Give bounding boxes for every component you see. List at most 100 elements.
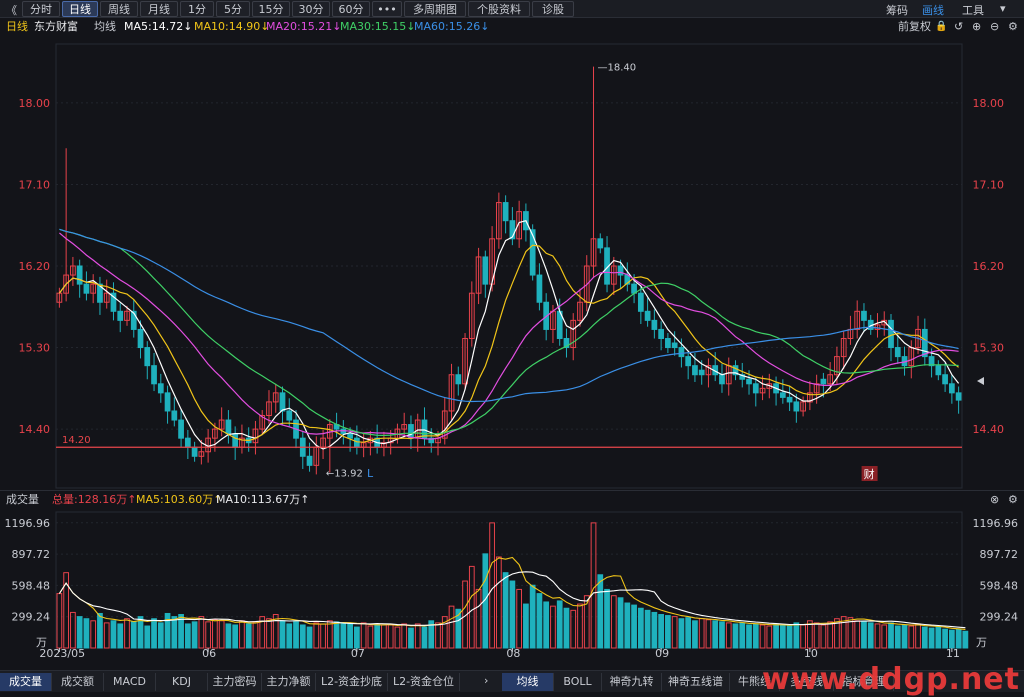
candle-body[interactable] (746, 378, 752, 385)
indicator-tab-4[interactable]: 主力密码 (208, 673, 262, 691)
volume-bar[interactable] (468, 565, 475, 649)
volume-bar[interactable] (651, 611, 658, 649)
overlay-tab-0[interactable]: 均线 (502, 673, 554, 691)
volume-bar[interactable] (130, 621, 137, 649)
volume-bar[interactable] (867, 622, 874, 649)
volume-bar[interactable] (786, 625, 793, 649)
volume-bar[interactable] (509, 580, 516, 649)
candle-body[interactable] (151, 365, 157, 385)
volume-bar[interactable] (435, 622, 441, 649)
marker-l[interactable]: L (367, 467, 374, 480)
candle-body[interactable] (861, 310, 867, 321)
volume-bar[interactable] (705, 619, 712, 649)
volume-bar[interactable] (97, 612, 103, 649)
volume-settings-icon[interactable]: ⚙ (1008, 491, 1018, 509)
volume-bar[interactable] (556, 600, 563, 649)
volume-bar[interactable] (908, 625, 915, 649)
candle-body[interactable] (921, 328, 928, 358)
volume-bar[interactable] (955, 628, 962, 649)
tabs-next-icon[interactable]: › (484, 674, 488, 687)
volume-bar[interactable] (516, 588, 523, 649)
volume-bar[interactable] (299, 624, 306, 649)
volume-bar[interactable] (536, 593, 543, 649)
candle-body[interactable] (76, 265, 83, 285)
candle-body[interactable] (752, 383, 759, 394)
volume-bar[interactable] (313, 622, 320, 649)
volume-bar[interactable] (252, 621, 259, 649)
volume-bar[interactable] (752, 623, 759, 649)
volume-bar[interactable] (320, 623, 326, 649)
volume-bar[interactable] (854, 620, 861, 649)
volume-bar[interactable] (529, 584, 536, 649)
volume-bar[interactable] (367, 625, 374, 649)
volume-bar[interactable] (942, 628, 948, 649)
volume-bar[interactable] (279, 620, 286, 649)
overlay-tab-1[interactable]: BOLL (554, 673, 602, 691)
volume-bar[interactable] (671, 616, 678, 649)
volume-bar[interactable] (813, 622, 820, 649)
volume-bar[interactable] (915, 623, 921, 649)
tab-11[interactable]: 个股资料 (468, 1, 530, 17)
volume-bar[interactable] (191, 621, 198, 649)
candle-body[interactable] (279, 392, 286, 412)
volume-bar[interactable] (773, 623, 779, 649)
volume-bar[interactable] (739, 622, 746, 649)
indicator-tab-7[interactable]: L2-资金仓位 (388, 673, 460, 691)
volume-bar[interactable] (644, 609, 651, 649)
candle-body[interactable] (786, 396, 793, 403)
volume-bar[interactable] (921, 626, 928, 649)
volume-bar[interactable] (570, 609, 577, 649)
candle-body[interactable] (820, 378, 827, 385)
volume-bar[interactable] (232, 624, 239, 649)
candle-body[interactable] (144, 347, 151, 367)
volume-bar[interactable] (414, 623, 421, 649)
candle-body[interactable] (888, 319, 894, 349)
volume-bar[interactable] (698, 618, 705, 649)
candle-body[interactable] (597, 238, 604, 249)
volume-bar[interactable] (354, 626, 360, 649)
volume-bar[interactable] (610, 595, 617, 649)
volume-bar[interactable] (394, 626, 401, 649)
volume-bar[interactable] (928, 627, 935, 649)
tab-3[interactable]: 月线 (140, 1, 178, 17)
candle-body[interactable] (948, 383, 955, 394)
volume-bar[interactable] (962, 630, 969, 649)
price-chart[interactable]: 18.00 18.00 17.10 17.10 16.20 16.20 15.30 15.30… (0, 36, 1024, 508)
volume-bar[interactable] (374, 623, 381, 649)
candle-body[interactable] (779, 392, 786, 398)
candle-body[interactable] (671, 342, 678, 349)
indicator-tab-0[interactable]: 成交量 (0, 673, 52, 691)
volume-bar[interactable] (495, 556, 502, 649)
tab-6[interactable]: 15分 (252, 1, 290, 17)
candle-body[interactable] (225, 419, 232, 435)
volume-bar[interactable] (746, 624, 752, 649)
volume-bar[interactable] (624, 602, 631, 649)
volume-bar[interactable] (502, 572, 509, 649)
volume-bar[interactable] (76, 616, 83, 649)
volume-bar[interactable] (103, 622, 110, 649)
candle-body[interactable] (306, 455, 313, 466)
candle-body[interactable] (178, 419, 184, 439)
lock-icon[interactable]: 🔒 (935, 18, 947, 36)
candle-body[interactable] (354, 437, 360, 448)
candle-body[interactable] (164, 392, 171, 412)
candle-body[interactable] (184, 437, 191, 448)
volume-bar[interactable] (779, 624, 786, 649)
chips-button[interactable]: 筹码 (886, 2, 908, 18)
volume-bar[interactable] (387, 624, 394, 649)
candle-body[interactable] (698, 369, 705, 376)
candle-body[interactable] (644, 310, 651, 321)
volume-bar[interactable] (543, 601, 550, 649)
settings-icon[interactable]: ⚙ (1008, 18, 1018, 36)
candle-body[interactable] (455, 374, 462, 385)
candle-body[interactable] (685, 356, 692, 367)
tab-0[interactable]: 分时 (22, 1, 60, 17)
tab-7[interactable]: 30分 (292, 1, 330, 17)
candle-body[interactable] (955, 392, 962, 401)
volume-bar[interactable] (347, 623, 353, 649)
volume-chart[interactable]: 1196.96 1196.96 897.72 897.72 598.48 598.48 29… (0, 508, 1024, 658)
volume-bar[interactable] (894, 625, 901, 649)
volume-bar[interactable] (725, 622, 732, 649)
volume-bar[interactable] (360, 622, 367, 649)
candle-body[interactable] (651, 319, 658, 330)
